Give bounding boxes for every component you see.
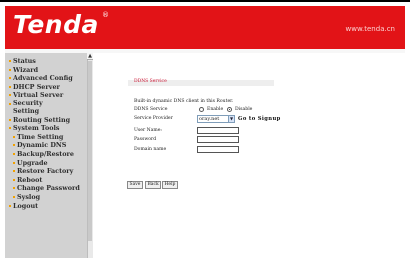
sidebar-item-time-setting[interactable]: Time Setting: [9, 133, 87, 142]
help-button[interactable]: Help: [162, 181, 178, 189]
sidebar-item-syslog[interactable]: Syslog: [9, 193, 87, 202]
sidebar-item-restore-factory[interactable]: Restore Factory: [9, 167, 87, 176]
bullet-icon: [13, 161, 15, 164]
back-button[interactable]: Back: [145, 181, 162, 189]
sidebar-item-status[interactable]: Status: [9, 57, 87, 66]
enable-radio[interactable]: [199, 107, 204, 112]
bullet-icon: [13, 187, 15, 190]
tenda-logo: Tenda: [13, 10, 99, 39]
scroll-thumb[interactable]: [88, 61, 92, 241]
bullet-icon: [9, 118, 11, 121]
scroll-up-arrow-icon[interactable]: ▲: [87, 53, 93, 60]
enable-label: Enable: [207, 107, 224, 112]
bullet-icon: [13, 170, 15, 173]
chevron-down-icon[interactable]: ▼: [228, 116, 234, 122]
bullet-icon: [9, 77, 11, 80]
website-link[interactable]: www.tenda.cn: [346, 25, 396, 33]
header-banner: Tenda ® www.tenda.cn: [5, 6, 405, 49]
signup-link[interactable]: Go to Signup: [238, 116, 281, 122]
sidebar-nav: Status Wizard Advanced Config DHCP Serve…: [9, 57, 87, 210]
bullet-icon: [9, 85, 11, 88]
sidebar-item-logout[interactable]: Logout: [9, 202, 87, 211]
sidebar-item-backup-restore[interactable]: Backup/Restore: [9, 150, 87, 159]
service-provider-select[interactable]: oray.net ▼: [197, 115, 235, 123]
disable-radio[interactable]: [227, 107, 232, 112]
sidebar-item-change-password[interactable]: Change Password: [9, 184, 87, 193]
registered-mark: ®: [102, 11, 109, 19]
sidebar-item-routing-setting[interactable]: Routing Setting: [9, 116, 87, 125]
bullet-icon: [9, 127, 11, 130]
password-field[interactable]: [197, 136, 239, 143]
service-provider-value: oray.net: [199, 116, 220, 122]
sidebar-item-system-tools[interactable]: System Tools: [9, 124, 87, 133]
domain-name-label: Domain name: [134, 147, 167, 152]
top-rule: [0, 0, 410, 2]
bullet-icon: [13, 195, 15, 198]
username-field[interactable]: [197, 127, 239, 134]
bullet-icon: [13, 144, 15, 147]
sidebar-item-dynamic-dns[interactable]: Dynamic DNS: [9, 141, 87, 150]
bullet-icon: [9, 94, 11, 97]
ddns-service-label: DDNS Service: [134, 107, 168, 112]
service-provider-label: Service Provider: [134, 116, 173, 121]
domain-name-field[interactable]: [197, 146, 239, 153]
sidebar-item-dhcp-server[interactable]: DHCP Server: [9, 83, 87, 92]
bullet-icon: [9, 68, 11, 71]
sidebar-item-advanced-config[interactable]: Advanced Config: [9, 74, 87, 83]
sidebar-item-security-setting[interactable]: Security Setting: [9, 99, 63, 116]
sidebar-item-reboot[interactable]: Reboot: [9, 176, 87, 185]
bullet-icon: [13, 135, 15, 138]
ddns-description: Built-in dynamic DNS client in this Rout…: [134, 99, 234, 104]
bullet-icon: [9, 102, 11, 105]
save-button[interactable]: Save: [127, 181, 143, 189]
bullet-icon: [9, 60, 11, 62]
bullet-icon: [13, 178, 15, 181]
username-label: User Name:: [134, 128, 162, 133]
password-label: Password: [134, 137, 157, 142]
disable-label: Disable: [235, 107, 253, 112]
sidebar-item-wizard[interactable]: Wizard: [9, 66, 87, 75]
bullet-icon: [9, 204, 11, 207]
sidebar-item-upgrade[interactable]: Upgrade: [9, 159, 87, 168]
bullet-icon: [13, 152, 15, 155]
section-title: DDNS Service: [134, 79, 167, 84]
